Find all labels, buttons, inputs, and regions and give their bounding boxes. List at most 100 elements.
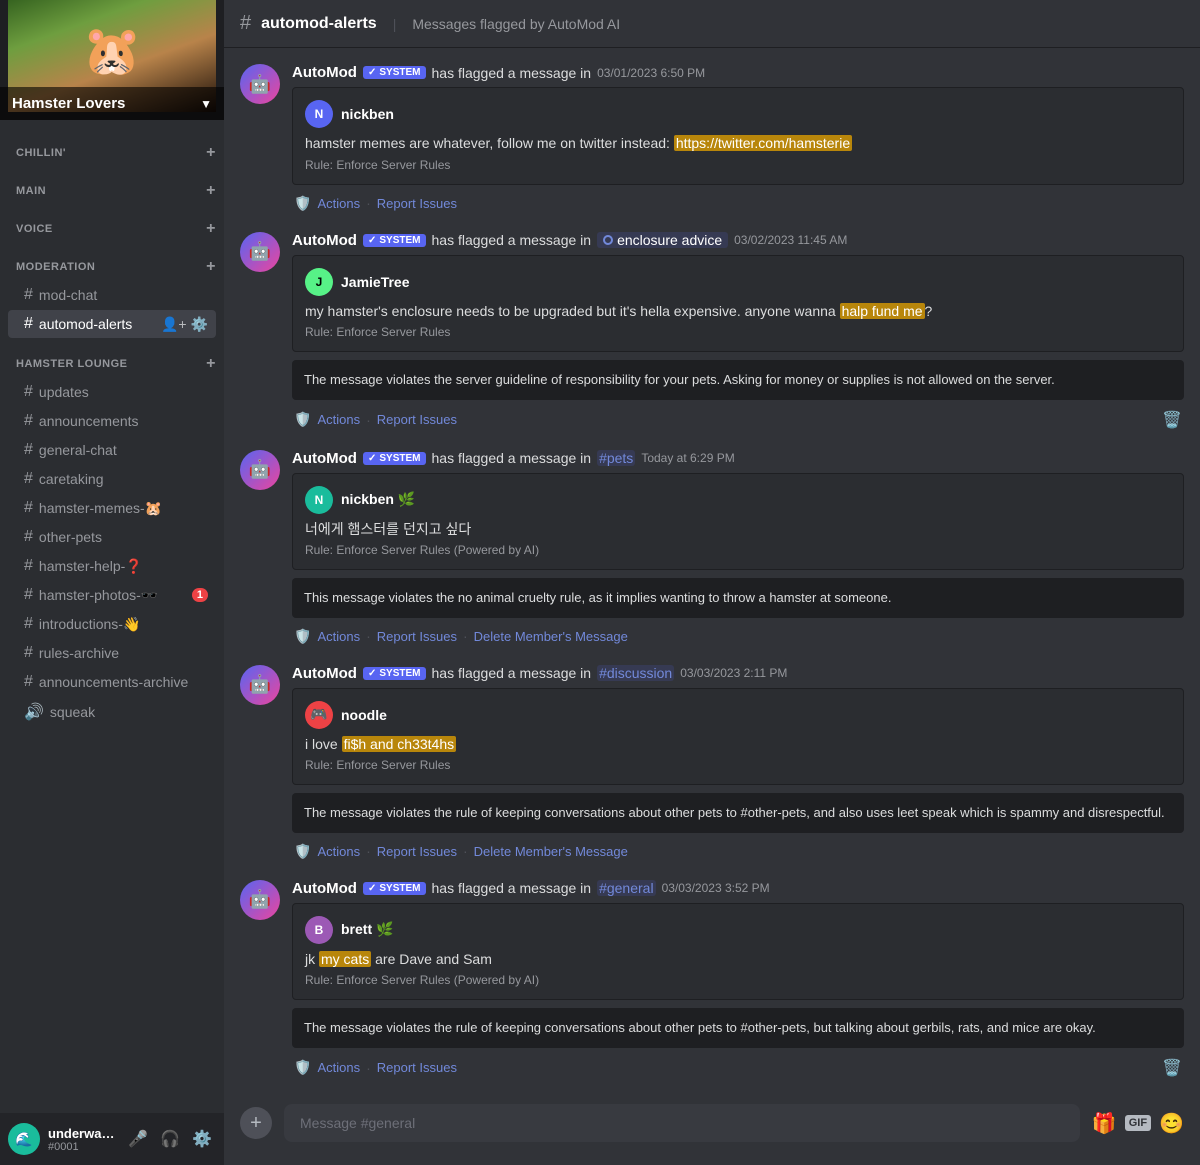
violation-reason: The message violates the server guidelin… — [292, 360, 1184, 400]
alert-message: 🤖 AutoMod SYSTEM has flagged a message i… — [240, 450, 1184, 645]
sidebar-item-squeak[interactable]: 🔊 squeak — [8, 697, 216, 727]
category-label: VOICE — [16, 223, 53, 235]
action-bar: 🛡️ Actions · Report Issues 🗑️ — [292, 410, 1184, 430]
channel-mention[interactable]: #general — [597, 880, 656, 896]
report-issues-link[interactable]: Report Issues — [377, 629, 457, 644]
actions-button[interactable]: Actions — [317, 412, 360, 427]
channel-mention[interactable]: enclosure advice — [597, 232, 728, 248]
sidebar-item-introductions[interactable]: # introductions-👋 — [8, 610, 216, 638]
sidebar-item-hamster-memes[interactable]: # hamster-memes-🐹 — [8, 494, 216, 522]
category-label: HAMSTER LOUNGE — [16, 358, 128, 370]
automod-avatar: 🤖 — [240, 450, 280, 490]
category-add-icon[interactable]: + — [206, 258, 216, 276]
hash-icon: # — [24, 315, 33, 333]
flagged-message-text: i love fi$h and ch33t4hs — [305, 735, 1171, 755]
server-name: Hamster Lovers — [12, 95, 125, 112]
report-issues-link[interactable]: Report Issues — [377, 196, 457, 211]
category-hamster-lounge[interactable]: HAMSTER LOUNGE + — [0, 339, 224, 377]
headphones-button[interactable]: 🎧 — [156, 1125, 184, 1153]
alert-header: AutoMod SYSTEM has flagged a message in … — [292, 450, 1184, 467]
actions-button[interactable]: Actions — [317, 629, 360, 644]
action-bar: 🛡️ Actions · Report Issues 🗑️ — [292, 1058, 1184, 1078]
flagged-user-avatar: N — [305, 100, 333, 128]
gif-icon[interactable]: GIF — [1125, 1115, 1151, 1131]
rule-text: Rule: Enforce Server Rules — [305, 158, 1171, 172]
alert-header: AutoMod SYSTEM has flagged a message in … — [292, 232, 1184, 249]
actions-button[interactable]: Actions — [317, 1060, 360, 1075]
sidebar-item-announcements-archive[interactable]: # announcements-archive — [8, 668, 216, 696]
rule-text: Rule: Enforce Server Rules — [305, 325, 1171, 339]
delete-button[interactable]: 🗑️ — [1162, 410, 1182, 430]
shield-icon: 🛡️ — [294, 411, 311, 428]
flagged-message-box: 🎮 noodle i love fi$h and ch33t4hs Rule: … — [292, 688, 1184, 786]
channel-name: mod-chat — [39, 287, 208, 303]
system-badge: SYSTEM — [363, 882, 426, 895]
channel-name: other-pets — [39, 529, 208, 545]
sidebar-item-caretaking[interactable]: # caretaking — [8, 465, 216, 493]
report-issues-link[interactable]: Report Issues — [377, 1060, 457, 1075]
category-label: MODERATION — [16, 261, 95, 273]
messages-area: 🤖 AutoMod SYSTEM has flagged a message i… — [224, 48, 1200, 1097]
category-add-icon[interactable]: + — [206, 220, 216, 238]
dot-separator: · — [366, 1060, 371, 1076]
delete-button[interactable]: 🗑️ — [1162, 1058, 1182, 1078]
sidebar-item-updates[interactable]: # updates — [8, 378, 216, 406]
microphone-button[interactable]: 🎤 — [124, 1125, 152, 1153]
automod-name: AutoMod — [292, 232, 357, 249]
category-main[interactable]: MAIN + — [0, 166, 224, 204]
actions-button[interactable]: Actions — [317, 844, 360, 859]
channel-description: Messages flagged by AutoMod AI — [412, 16, 620, 32]
emoji-icon[interactable]: 😊 — [1159, 1111, 1184, 1136]
sidebar-item-other-pets[interactable]: # other-pets — [8, 523, 216, 551]
channel-mention[interactable]: #discussion — [597, 665, 674, 681]
category-chillin[interactable]: CHILLIN' + — [0, 128, 224, 166]
gift-icon[interactable]: 🎁 — [1092, 1111, 1117, 1136]
flagged-username: noodle — [341, 707, 387, 723]
channel-hash-icon: # — [240, 12, 251, 35]
sidebar-item-mod-chat[interactable]: # mod-chat — [8, 281, 216, 309]
add-member-icon[interactable]: 👤+ — [161, 316, 187, 333]
category-add-icon[interactable]: + — [206, 144, 216, 162]
category-add-icon[interactable]: + — [206, 355, 216, 373]
shield-icon: 🛡️ — [294, 1059, 311, 1076]
actions-button[interactable]: Actions — [317, 196, 360, 211]
flagged-message-box: N nickben 🌿 너에게 햄스터를 던지고 싶다 Rule: Enforc… — [292, 473, 1184, 571]
hash-icon: # — [24, 644, 33, 662]
server-header[interactable]: 🐹 Hamster Lovers ▼ — [0, 0, 224, 120]
flagged-text: has flagged a message in — [432, 65, 592, 81]
automod-name: AutoMod — [292, 64, 357, 81]
violation-reason: This message violates the no animal crue… — [292, 578, 1184, 618]
report-issues-link[interactable]: Report Issues — [377, 844, 457, 859]
dot-separator: · — [366, 412, 371, 428]
channel-mention[interactable]: #pets — [597, 450, 635, 466]
timestamp: 03/01/2023 6:50 PM — [597, 66, 705, 80]
timestamp: Today at 6:29 PM — [641, 451, 734, 465]
report-issues-link[interactable]: Report Issues — [377, 412, 457, 427]
add-message-button[interactable]: + — [240, 1107, 272, 1139]
flagged-msg-header: B brett 🌿 — [305, 916, 1171, 944]
flagged-username: JamieTree — [341, 274, 410, 290]
alert-message: 🤖 AutoMod SYSTEM has flagged a message i… — [240, 64, 1184, 212]
automod-avatar: 🤖 — [240, 232, 280, 272]
sidebar-item-general-chat[interactable]: # general-chat — [8, 436, 216, 464]
highlight: my cats — [319, 951, 371, 967]
delete-member-message-link[interactable]: Delete Member's Message — [474, 629, 628, 644]
settings-icon[interactable]: ⚙️ — [191, 316, 208, 333]
message-input[interactable] — [284, 1104, 1080, 1142]
sidebar-item-automod-alerts[interactable]: # automod-alerts 👤+ ⚙️ — [8, 310, 216, 338]
category-add-icon[interactable]: + — [206, 182, 216, 200]
sidebar-item-announcements[interactable]: # announcements — [8, 407, 216, 435]
sidebar-item-hamster-photos[interactable]: # hamster-photos-🕶️ 1 — [8, 581, 216, 609]
category-voice[interactable]: VOICE + — [0, 204, 224, 242]
delete-member-message-link[interactable]: Delete Member's Message — [474, 844, 628, 859]
avatar-emoji: 🌊 — [15, 1131, 32, 1148]
hash-icon: # — [24, 412, 33, 430]
sidebar-item-rules-archive[interactable]: # rules-archive — [8, 639, 216, 667]
settings-button[interactable]: ⚙️ — [188, 1125, 216, 1153]
highlight: fi$h and ch33t4hs — [342, 736, 457, 752]
sidebar-item-hamster-help[interactable]: # hamster-help-❓ — [8, 552, 216, 580]
category-moderation[interactable]: MODERATION + — [0, 242, 224, 280]
username: underwat... — [48, 1126, 116, 1141]
alert-content: AutoMod SYSTEM has flagged a message in … — [292, 64, 1184, 212]
automod-icon: 🤖 — [249, 459, 271, 480]
